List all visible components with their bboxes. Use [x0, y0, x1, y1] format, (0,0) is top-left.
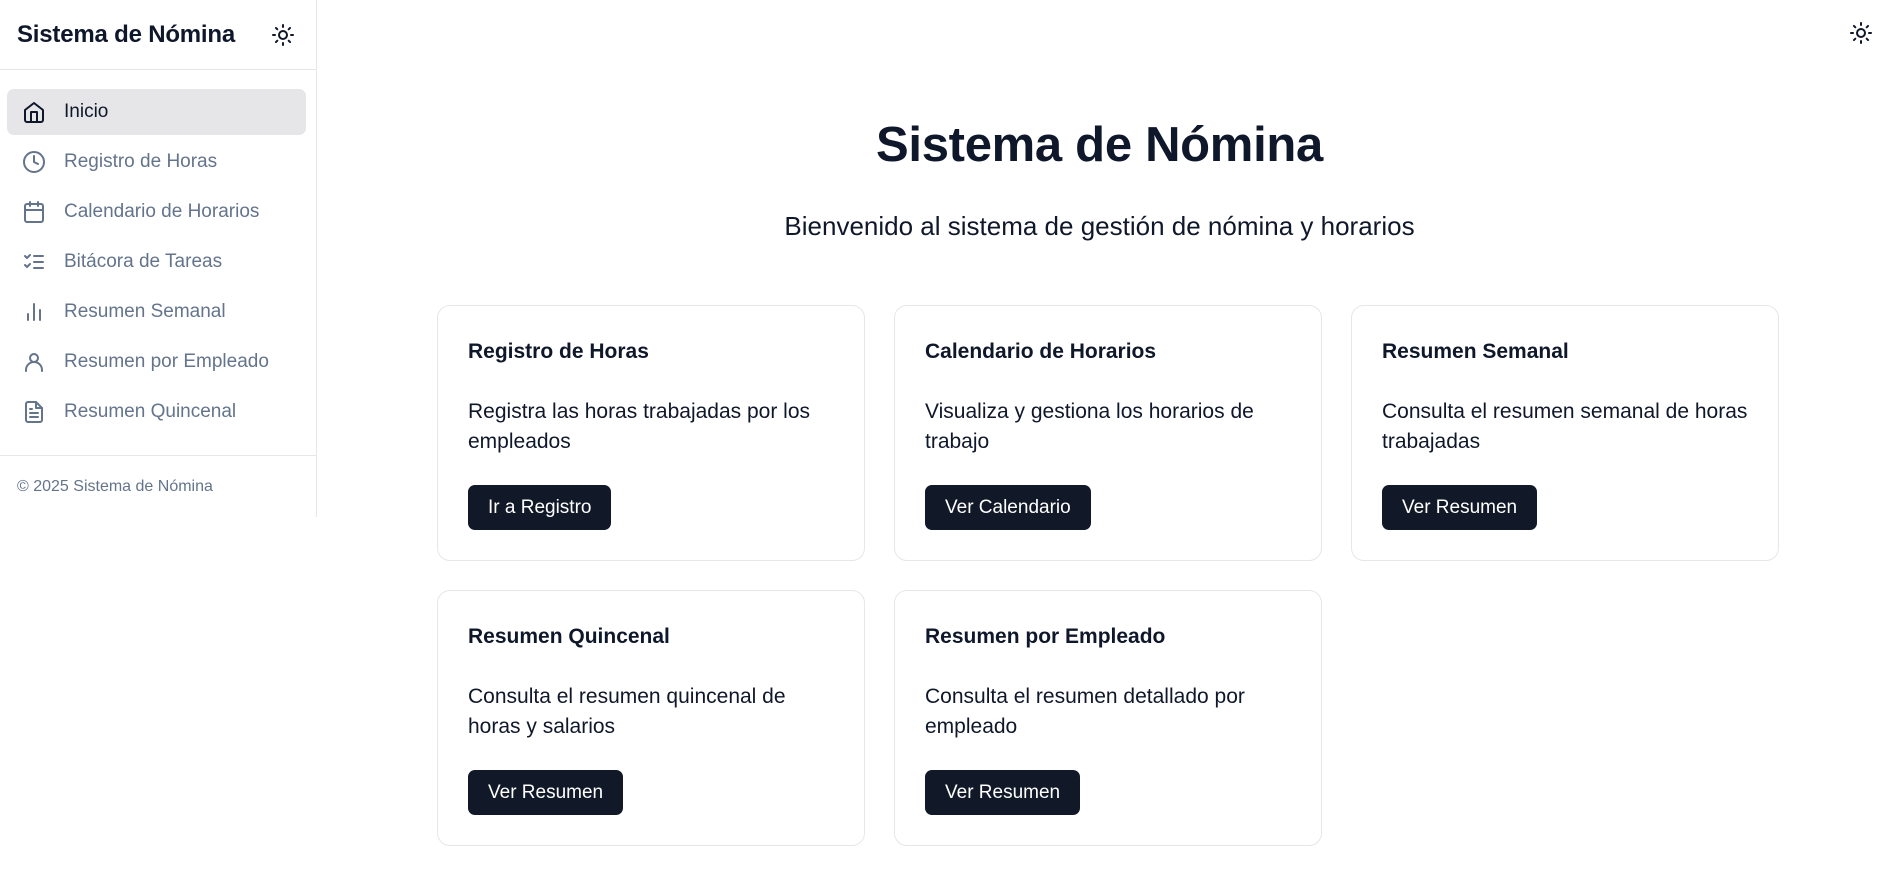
ir-a-registro-button[interactable]: Ir a Registro	[468, 485, 612, 530]
sidebar-item-registro-de-horas[interactable]: Registro de Horas	[7, 139, 306, 185]
page-subtitle: Bienvenido al sistema de gestión de nómi…	[784, 211, 1415, 241]
card-title: Registro de Horas	[468, 340, 649, 363]
file-text-icon	[21, 399, 47, 425]
sidebar-item-label: Resumen Quincenal	[64, 401, 237, 422]
sidebar-item-bitacora-de-tareas[interactable]: Bitácora de Tareas	[7, 239, 306, 285]
sidebar-header: Sistema de Nómina	[0, 0, 316, 70]
sidebar-footer: © 2025 Sistema de Nómina	[0, 455, 316, 496]
page-title: Sistema de Nómina	[876, 118, 1323, 172]
user-icon	[21, 349, 47, 375]
list-checks-icon	[21, 249, 47, 275]
card-title: Calendario de Horarios	[925, 340, 1157, 363]
app-title: Sistema de Nómina	[17, 20, 236, 48]
sidebar: Sistema de Nómina Inicio Registro de Hor…	[0, 0, 317, 517]
card-registro-de-horas: Registro de Horas Registra las horas tra…	[437, 305, 865, 561]
card-title: Resumen Quincenal	[468, 625, 670, 648]
sidebar-item-label: Inicio	[64, 101, 109, 122]
card-title: Resumen por Empleado	[925, 625, 1166, 648]
sidebar-item-label: Resumen por Empleado	[64, 351, 269, 372]
sidebar-item-label: Calendario de Horarios	[64, 201, 260, 222]
sidebar-item-inicio[interactable]: Inicio	[7, 89, 306, 135]
sidebar-item-label: Registro de Horas	[64, 151, 218, 172]
card-title: Resumen Semanal	[1382, 340, 1569, 363]
bar-chart-icon	[21, 299, 47, 325]
card-resumen-semanal: Resumen Semanal Consulta el resumen sema…	[1351, 305, 1779, 561]
sidebar-item-resumen-semanal[interactable]: Resumen Semanal	[7, 289, 306, 335]
sidebar-item-label: Resumen Semanal	[64, 301, 226, 322]
card-description: Consulta el resumen quincenal de horas y…	[468, 685, 786, 738]
ver-resumen-empleado-button[interactable]: Ver Resumen	[925, 770, 1081, 815]
ver-resumen-semanal-button[interactable]: Ver Resumen	[1382, 485, 1538, 530]
main-content: Sistema de Nómina Bienvenido al sistema …	[317, 0, 1882, 893]
sun-icon	[272, 23, 294, 46]
sidebar-item-resumen-quincenal[interactable]: Resumen Quincenal	[7, 389, 306, 435]
theme-toggle-button[interactable]	[268, 20, 298, 50]
card-resumen-quincenal: Resumen Quincenal Consulta el resumen qu…	[437, 590, 865, 846]
home-icon	[21, 99, 47, 125]
sidebar-item-calendario-de-horarios[interactable]: Calendario de Horarios	[7, 189, 306, 235]
sidebar-item-resumen-por-empleado[interactable]: Resumen por Empleado	[7, 339, 306, 385]
card-calendario-de-horarios: Calendario de Horarios Visualiza y gesti…	[894, 305, 1322, 561]
sidebar-nav: Inicio Registro de Horas Calendario de H…	[0, 70, 316, 435]
card-description: Consulta el resumen detallado por emplea…	[925, 685, 1245, 738]
ver-calendario-button[interactable]: Ver Calendario	[925, 485, 1091, 530]
card-description: Visualiza y gestiona los horarios de tra…	[925, 400, 1254, 453]
card-description: Registra las horas trabajadas por los em…	[468, 400, 811, 453]
calendar-icon	[21, 199, 47, 225]
ver-resumen-quincenal-button[interactable]: Ver Resumen	[468, 770, 624, 815]
sidebar-item-label: Bitácora de Tareas	[64, 251, 223, 272]
clock-icon	[21, 149, 47, 175]
card-description: Consulta el resumen semanal de horas tra…	[1382, 400, 1748, 453]
card-resumen-por-empleado: Resumen por Empleado Consulta el resumen…	[894, 590, 1322, 846]
